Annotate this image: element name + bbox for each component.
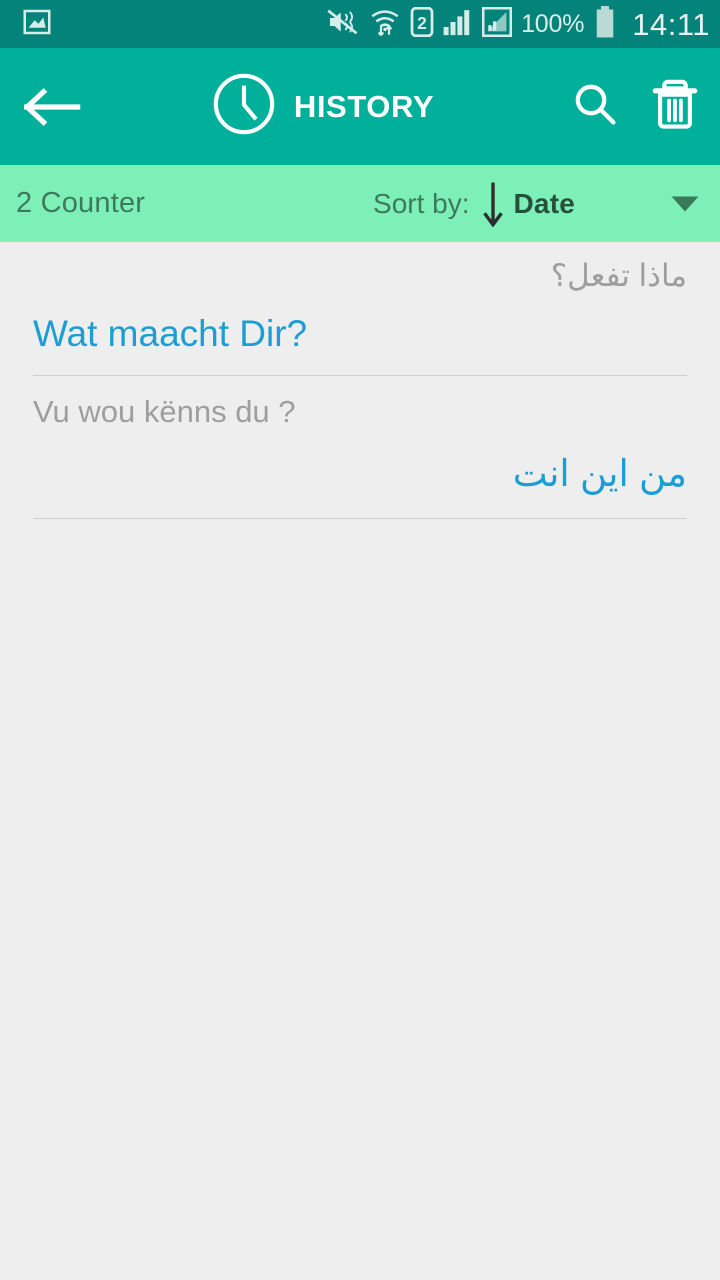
sort-by-label: Sort by: [373,187,470,219]
signal-secondary-icon [482,6,513,42]
list-divider [33,517,687,519]
history-item[interactable]: ماذا تفعل؟ Wat maacht Dir? [0,242,720,375]
counter-label: 2 Counter [16,187,146,219]
app-bar-actions [572,78,698,135]
app-bar: HISTORY [0,48,720,165]
history-item-target-text: Wat maacht Dir? [33,312,308,354]
image-notification-icon [22,7,52,42]
delete-icon[interactable] [652,78,698,135]
history-item-target-text: من اين انت [512,452,687,494]
status-bar-left [22,7,52,42]
chevron-down-icon[interactable] [670,194,700,214]
status-bar-clock: 14:11 [632,6,710,42]
signal-bars-icon [443,8,473,41]
history-item-source-text: ماذا تفعل؟ [550,258,687,293]
history-item[interactable]: Vu wou kënns du ? من اين انت [0,376,720,517]
sort-bar: 2 Counter Sort by: Date [0,165,720,242]
battery-percentage: 100% [521,9,585,38]
sim2-icon: 2 [410,6,434,42]
search-icon[interactable] [572,81,618,132]
sort-value[interactable]: Date [514,188,576,220]
battery-icon [595,5,615,43]
status-bar: 2 100% 14:11 [0,0,720,48]
clock-icon [212,72,276,141]
app-bar-title-group: HISTORY [74,72,572,141]
page-title: HISTORY [293,88,435,124]
sort-control[interactable]: Sort by: Date [373,181,700,227]
sort-direction-down-icon[interactable] [482,181,504,227]
history-list: ماذا تفعل؟ Wat maacht Dir? Vu wou kënns … [0,242,720,519]
svg-text:2: 2 [417,12,427,32]
wifi-transfer-icon [369,7,401,42]
status-bar-right: 2 100% 14:11 [326,5,710,43]
mute-vibrate-icon [326,7,360,42]
history-item-source-text: Vu wou kënns du ? [33,394,296,430]
